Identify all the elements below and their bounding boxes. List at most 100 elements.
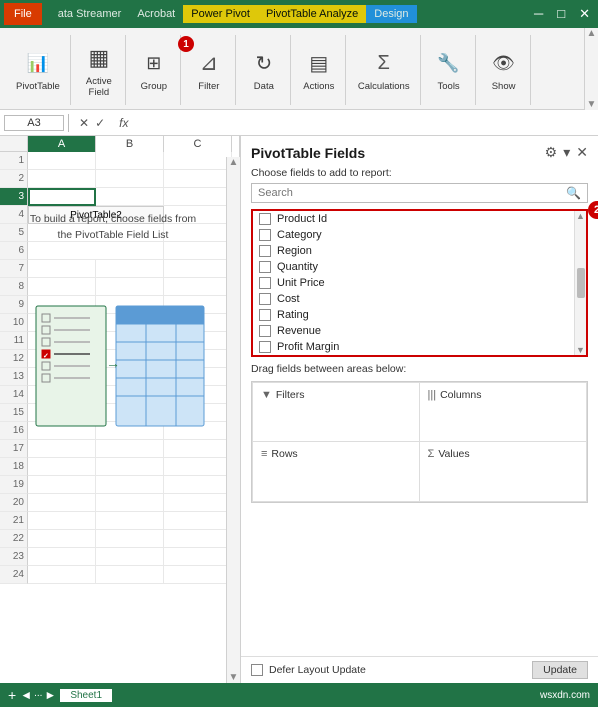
- list-item[interactable]: Unit Price: [253, 275, 586, 291]
- fields-scroll-up-icon[interactable]: ▲: [576, 211, 585, 221]
- tab-pivottable-analyze[interactable]: PivotTable Analyze: [258, 5, 366, 23]
- cell-a9[interactable]: [28, 296, 96, 314]
- cell-b3[interactable]: [96, 188, 164, 206]
- cell-b8[interactable]: [96, 278, 164, 296]
- list-item[interactable]: Product Id: [253, 211, 586, 227]
- field-checkbox-profitmargin[interactable]: [259, 341, 271, 353]
- cell-c13[interactable]: [164, 368, 232, 386]
- sheet-name-tab[interactable]: Sheet1: [60, 689, 112, 702]
- cell-b17[interactable]: [96, 440, 164, 458]
- cell-c3[interactable]: [164, 188, 232, 206]
- cell-a3[interactable]: [28, 188, 96, 206]
- cell-c15[interactable]: [164, 404, 232, 422]
- ribbon-btn-tools[interactable]: 🔧 Tools: [429, 45, 469, 94]
- cell-a22[interactable]: [28, 530, 96, 548]
- cell-c1[interactable]: [164, 152, 232, 170]
- field-checkbox-unitprice[interactable]: [259, 277, 271, 289]
- ribbon-btn-show[interactable]: 👁 Show: [484, 45, 524, 94]
- cell-b11[interactable]: [96, 332, 164, 350]
- field-checkbox-revenue[interactable]: [259, 325, 271, 337]
- cell-b12[interactable]: [96, 350, 164, 368]
- cell-c6[interactable]: [164, 242, 232, 260]
- cell-b20[interactable]: [96, 494, 164, 512]
- area-filters[interactable]: ▼ Filters: [252, 382, 420, 442]
- cell-c12[interactable]: [164, 350, 232, 368]
- ribbon-btn-group[interactable]: ⊞ Group: [134, 45, 174, 94]
- cell-c16[interactable]: [164, 422, 232, 440]
- defer-checkbox[interactable]: [251, 664, 263, 676]
- confirm-formula-icon[interactable]: ✓: [95, 116, 105, 130]
- cell-c7[interactable]: [164, 260, 232, 278]
- cell-c2[interactable]: [164, 170, 232, 188]
- pivot-label-cell[interactable]: PivotTable2: [28, 206, 164, 224]
- cell-c4[interactable]: [164, 206, 232, 224]
- field-checkbox-region[interactable]: [259, 245, 271, 257]
- formula-input[interactable]: [136, 117, 594, 129]
- ribbon-btn-calculations[interactable]: Σ Calculations: [354, 45, 414, 94]
- cell-a15[interactable]: [28, 404, 96, 422]
- cell-a2[interactable]: [28, 170, 96, 188]
- cancel-formula-icon[interactable]: ✕: [79, 116, 89, 130]
- list-item[interactable]: Quantity: [253, 259, 586, 275]
- cell-a8[interactable]: [28, 278, 96, 296]
- cell-b2[interactable]: [96, 170, 164, 188]
- file-button[interactable]: File: [4, 3, 42, 25]
- minimize-icon[interactable]: ─: [530, 6, 547, 22]
- scroll-up-icon[interactable]: ▲: [229, 157, 239, 168]
- close-panel-icon[interactable]: ✕: [576, 144, 588, 161]
- sheet-nav-prev[interactable]: ◄: [20, 688, 32, 702]
- cell-c5[interactable]: [164, 224, 232, 242]
- field-checkbox-category[interactable]: [259, 229, 271, 241]
- list-item[interactable]: Region: [253, 243, 586, 259]
- ribbon-scroll-down[interactable]: ▼: [587, 99, 597, 110]
- list-item[interactable]: Category: [253, 227, 586, 243]
- cell-b19[interactable]: [96, 476, 164, 494]
- scroll-down-icon[interactable]: ▼: [229, 672, 239, 683]
- sheet-nav-next[interactable]: ►: [44, 688, 56, 702]
- cell-b9[interactable]: [96, 296, 164, 314]
- cell-a21[interactable]: [28, 512, 96, 530]
- update-button[interactable]: Update: [532, 661, 588, 679]
- ribbon-btn-filter[interactable]: ⊿ Filter: [189, 45, 229, 94]
- cell-b14[interactable]: [96, 386, 164, 404]
- cell-b23[interactable]: [96, 548, 164, 566]
- cell-c21[interactable]: [164, 512, 232, 530]
- settings-icon[interactable]: ⚙: [545, 144, 558, 161]
- chevron-down-icon[interactable]: ▾: [563, 144, 570, 161]
- cell-a20[interactable]: [28, 494, 96, 512]
- list-item[interactable]: Rating: [253, 307, 586, 323]
- area-values[interactable]: Σ Values: [420, 442, 588, 502]
- cell-a19[interactable]: [28, 476, 96, 494]
- tab-acrobat[interactable]: Acrobat: [129, 5, 183, 23]
- list-item[interactable]: Profit Margin: [253, 339, 586, 355]
- search-input[interactable]: [258, 187, 566, 199]
- col-header-a[interactable]: A: [28, 136, 96, 152]
- cell-a12[interactable]: [28, 350, 96, 368]
- tab-power-pivot[interactable]: Power Pivot: [183, 5, 258, 23]
- tab-streamer[interactable]: ata Streamer: [50, 5, 130, 23]
- cell-a6[interactable]: [28, 242, 164, 260]
- cell-a14[interactable]: [28, 386, 96, 404]
- add-sheet-icon[interactable]: +: [8, 687, 16, 703]
- cell-b24[interactable]: [96, 566, 164, 584]
- cell-b7[interactable]: [96, 260, 164, 278]
- col-header-b[interactable]: B: [96, 136, 164, 152]
- field-checkbox-cost[interactable]: [259, 293, 271, 305]
- ribbon-btn-activefield[interactable]: ▦ ActiveField: [79, 40, 119, 101]
- list-item[interactable]: Cost: [253, 291, 586, 307]
- cell-a23[interactable]: [28, 548, 96, 566]
- cell-b15[interactable]: [96, 404, 164, 422]
- cell-b10[interactable]: [96, 314, 164, 332]
- cell-b18[interactable]: [96, 458, 164, 476]
- cell-a11[interactable]: [28, 332, 96, 350]
- cell-b22[interactable]: [96, 530, 164, 548]
- cell-a24[interactable]: [28, 566, 96, 584]
- field-checkbox-quantity[interactable]: [259, 261, 271, 273]
- ribbon-btn-pivottable[interactable]: 📊 PivotTable: [12, 45, 64, 94]
- cell-a17[interactable]: [28, 440, 96, 458]
- cell-a5[interactable]: [28, 224, 164, 242]
- area-rows[interactable]: ≡ Rows: [252, 442, 420, 502]
- cell-a16[interactable]: [28, 422, 96, 440]
- cell-c17[interactable]: [164, 440, 232, 458]
- cell-a1[interactable]: [28, 152, 96, 170]
